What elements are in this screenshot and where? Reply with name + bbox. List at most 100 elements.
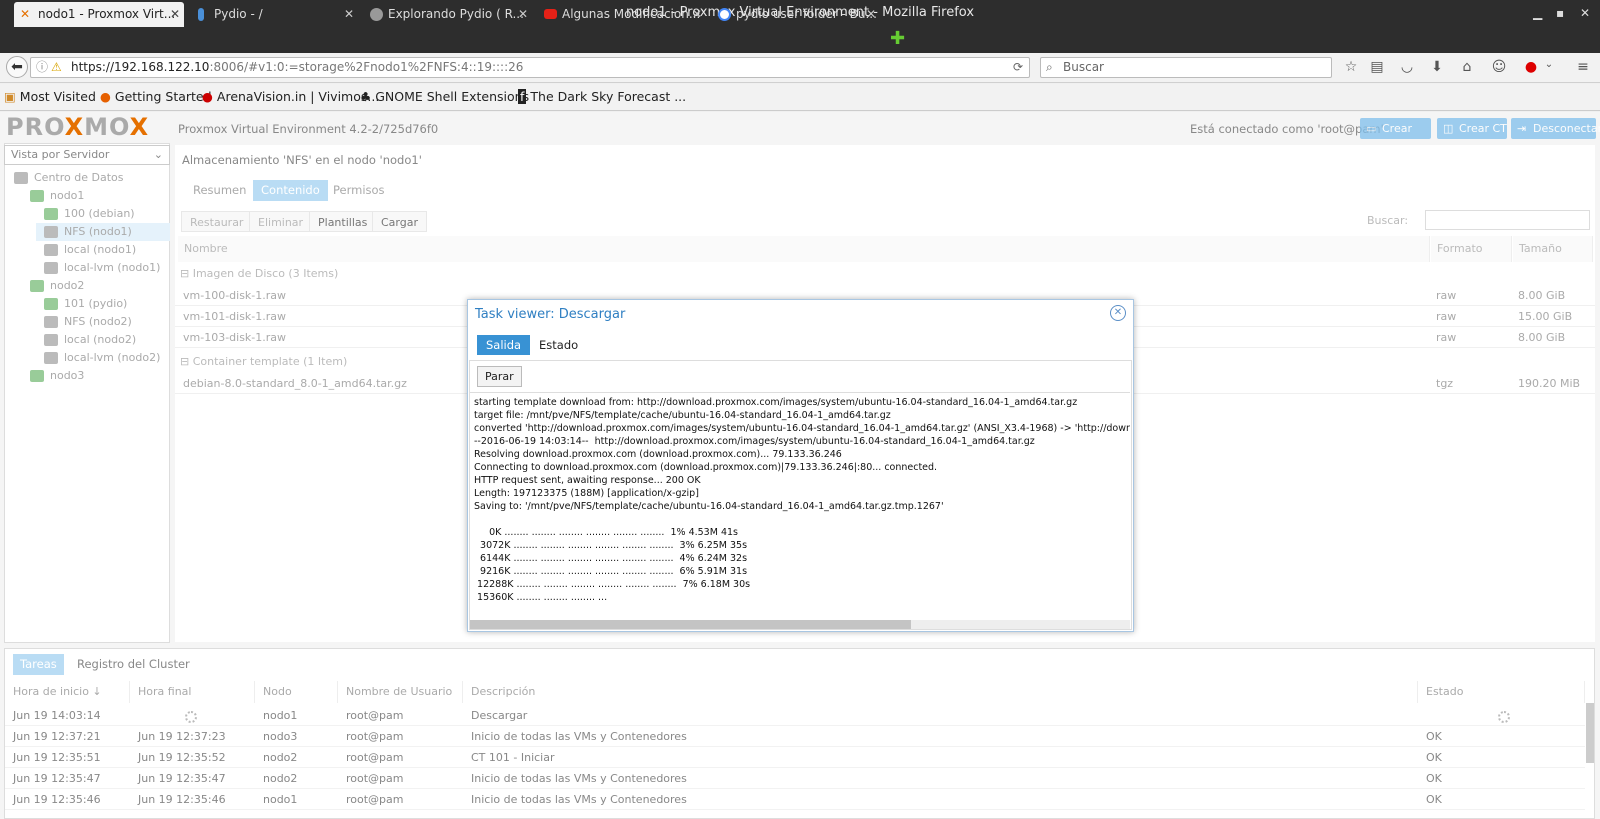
tab-salida[interactable]: Salida bbox=[477, 335, 531, 355]
scrollbar-thumb[interactable] bbox=[470, 620, 911, 629]
tree-node-nodo3[interactable]: nodo3 bbox=[30, 367, 169, 385]
content-search-input[interactable] bbox=[1425, 210, 1590, 230]
bookmark-most-visited[interactable]: ▣ Most Visited ⌄ bbox=[4, 84, 110, 110]
tree-node-nodo2[interactable]: nodo2 bbox=[30, 277, 169, 295]
view-select[interactable]: Vista por Servidor ⌄ bbox=[4, 145, 170, 165]
bookmark-label: Most Visited bbox=[19, 89, 96, 104]
log-line: target file: /mnt/pve/NFS/template/cache… bbox=[474, 410, 891, 421]
tree-storage-nfs-nodo1[interactable]: NFS (nodo1) bbox=[36, 223, 170, 241]
bookmark-label: GNOME Shell Extensions bbox=[375, 89, 530, 104]
lock-warning-icon[interactable]: ⚠ bbox=[51, 58, 62, 77]
close-tab-icon[interactable]: ✕ bbox=[170, 2, 180, 27]
chevron-down-icon[interactable]: ⌄ bbox=[1540, 59, 1558, 77]
log-line: Length: 197123375 (188M) [application/x-… bbox=[474, 488, 699, 499]
maximize-icon[interactable]: ▪ bbox=[1556, 0, 1564, 26]
bookmark-gnome-extensions[interactable]: ♣ GNOME Shell Extensions bbox=[360, 84, 529, 110]
create-ct-button[interactable]: ◫ Crear CT bbox=[1437, 118, 1507, 139]
datacenter-icon bbox=[14, 172, 28, 184]
new-tab-button[interactable]: ✚ bbox=[890, 29, 905, 49]
menu-icon[interactable]: ≡ bbox=[1574, 59, 1592, 77]
storage-icon bbox=[44, 244, 58, 256]
restore-button[interactable]: Restaurar bbox=[181, 211, 253, 232]
browser-tab-google[interactable]: pydio user folder - Bu... ✕ bbox=[712, 2, 880, 27]
tree-storage-local-nodo1[interactable]: local (nodo1) bbox=[44, 241, 169, 259]
info-icon[interactable]: ⓘ bbox=[36, 58, 48, 77]
cube-icon: ◫ bbox=[1443, 122, 1454, 135]
column-header-description[interactable]: Descripción bbox=[463, 681, 1418, 703]
task-row[interactable]: Jun 19 12:35:51 Jun 19 12:35:52 nodo2 ro… bbox=[5, 747, 1585, 768]
column-header-name[interactable]: Nombre bbox=[178, 236, 1430, 262]
home-icon[interactable]: ⌂ bbox=[1458, 59, 1476, 77]
tree-vm-100[interactable]: 100 (debian) bbox=[44, 205, 169, 223]
adblock-icon[interactable]: ● bbox=[1522, 59, 1540, 77]
bookmark-arenavision[interactable]: ● ArenaVision.in | Vivimos... bbox=[202, 84, 379, 110]
tree-ct-101[interactable]: 101 (pydio) bbox=[44, 295, 169, 313]
gnome-foot-icon: ♣ bbox=[360, 89, 372, 104]
templates-button[interactable]: Plantillas bbox=[309, 211, 377, 232]
bookmark-star-icon[interactable]: ☆ bbox=[1342, 59, 1360, 77]
bookmark-getting-started[interactable]: ● Getting Started bbox=[100, 84, 212, 110]
create-vm-button[interactable]: ▭Crear VM bbox=[1360, 118, 1431, 156]
tab-label: nodo1 - Proxmox Virt... bbox=[38, 7, 176, 21]
minimize-icon[interactable]: ▁ bbox=[1533, 0, 1542, 26]
stop-button[interactable]: Parar bbox=[477, 366, 522, 387]
log-line: 12288K ........ ........ ........ ......… bbox=[474, 579, 751, 590]
task-row[interactable]: Jun 19 12:35:46 Jun 19 12:35:46 nodo1 ro… bbox=[5, 789, 1585, 810]
group-header-container-templates[interactable]: ⊟ Container template (1 Item) bbox=[180, 355, 347, 368]
column-header-size[interactable]: Tamaño bbox=[1513, 236, 1593, 262]
bookmark-dark-sky[interactable]: f The Dark Sky Forecast ... bbox=[518, 84, 686, 110]
browser-tab-proxmox[interactable]: ✕ nodo1 - Proxmox Virt... ✕ bbox=[14, 2, 184, 27]
tree-storage-local-lvm-nodo1[interactable]: local-lvm (nodo1) bbox=[44, 259, 169, 277]
task-row[interactable]: Jun 19 14:03:14 nodo1 root@pam Descargar bbox=[5, 705, 1585, 726]
browser-tab-explorando[interactable]: Explorando Pydio ( R... ✕ bbox=[364, 2, 532, 27]
tree-storage-nfs-nodo2[interactable]: NFS (nodo2) bbox=[44, 313, 169, 331]
column-header-format[interactable]: Formato bbox=[1431, 236, 1512, 262]
tab-contenido[interactable]: Contenido bbox=[253, 180, 328, 201]
column-header-node[interactable]: Nodo bbox=[255, 681, 338, 703]
back-button[interactable]: ⬅ bbox=[6, 56, 28, 78]
tree-node-nodo1[interactable]: nodo1 bbox=[30, 187, 169, 205]
reload-icon[interactable]: ⟳ bbox=[1013, 58, 1023, 77]
tab-permisos[interactable]: Permisos bbox=[325, 180, 393, 201]
vertical-scrollbar-thumb[interactable] bbox=[1586, 703, 1594, 763]
task-log-output[interactable]: starting template download from: http://… bbox=[470, 392, 1130, 614]
tab-estado[interactable]: Estado bbox=[530, 335, 587, 355]
reading-list-icon[interactable]: ▤ bbox=[1368, 59, 1386, 77]
download-icon[interactable]: ⬇ bbox=[1428, 59, 1446, 77]
tab-label: Explorando Pydio ( R... bbox=[388, 7, 524, 21]
log-line: 15360K ........ ........ ........ ... bbox=[474, 592, 608, 603]
browser-tab-pydio[interactable]: Pydio - / ✕ bbox=[190, 2, 358, 27]
search-input[interactable]: ⌕ Buscar bbox=[1040, 57, 1332, 78]
close-tab-icon[interactable]: ✕ bbox=[866, 2, 876, 27]
column-header-end[interactable]: Hora final bbox=[130, 681, 255, 703]
tree-datacenter[interactable]: Centro de Datos bbox=[14, 169, 169, 187]
task-row[interactable]: Jun 19 12:35:47 Jun 19 12:35:47 nodo2 ro… bbox=[5, 768, 1585, 789]
pocket-icon[interactable]: ◡ bbox=[1398, 59, 1416, 77]
url-bar[interactable]: ⓘ ⚠ https://192.168.122.10:8006/#v1:0:=s… bbox=[30, 57, 1030, 78]
close-window-icon[interactable]: ✕ bbox=[1580, 0, 1590, 26]
tab-tareas[interactable]: Tareas bbox=[13, 654, 64, 675]
delete-button[interactable]: Eliminar bbox=[249, 211, 313, 232]
upload-button[interactable]: Cargar bbox=[372, 211, 427, 232]
close-tab-icon[interactable]: ✕ bbox=[344, 2, 354, 27]
bookmark-label: Getting Started bbox=[114, 89, 212, 104]
tree-storage-local-lvm-nodo2[interactable]: local-lvm (nodo2) bbox=[44, 349, 169, 367]
smiley-icon[interactable]: ☺ bbox=[1490, 59, 1508, 77]
tab-resumen[interactable]: Resumen bbox=[185, 180, 254, 201]
tab-registro-cluster[interactable]: Registro del Cluster bbox=[70, 654, 197, 675]
close-tab-icon[interactable]: ✕ bbox=[518, 2, 528, 27]
column-header-status[interactable]: Estado bbox=[1418, 681, 1585, 703]
browser-tab-youtube[interactable]: Algunas Modificacion... ✕ bbox=[538, 2, 706, 27]
dark-sky-icon: f bbox=[518, 89, 527, 104]
ct-running-icon bbox=[44, 208, 58, 220]
close-tab-icon[interactable]: ✕ bbox=[692, 2, 702, 27]
task-row[interactable]: Jun 19 12:37:21 Jun 19 12:37:23 nodo3 ro… bbox=[5, 726, 1585, 747]
group-header-disk-images[interactable]: ⊟ Imagen de Disco (3 Items) bbox=[180, 267, 338, 280]
storage-icon bbox=[44, 316, 58, 328]
logout-button[interactable]: ⇥ Desconectar bbox=[1511, 118, 1600, 139]
column-header-user[interactable]: Nombre de Usuario bbox=[338, 681, 463, 703]
tree-storage-local-nodo2[interactable]: local (nodo2) bbox=[44, 331, 169, 349]
column-header-start[interactable]: Hora de inicio ↓ bbox=[5, 681, 130, 703]
close-icon[interactable]: ✕ bbox=[1110, 305, 1126, 321]
server-online-icon bbox=[30, 280, 44, 292]
